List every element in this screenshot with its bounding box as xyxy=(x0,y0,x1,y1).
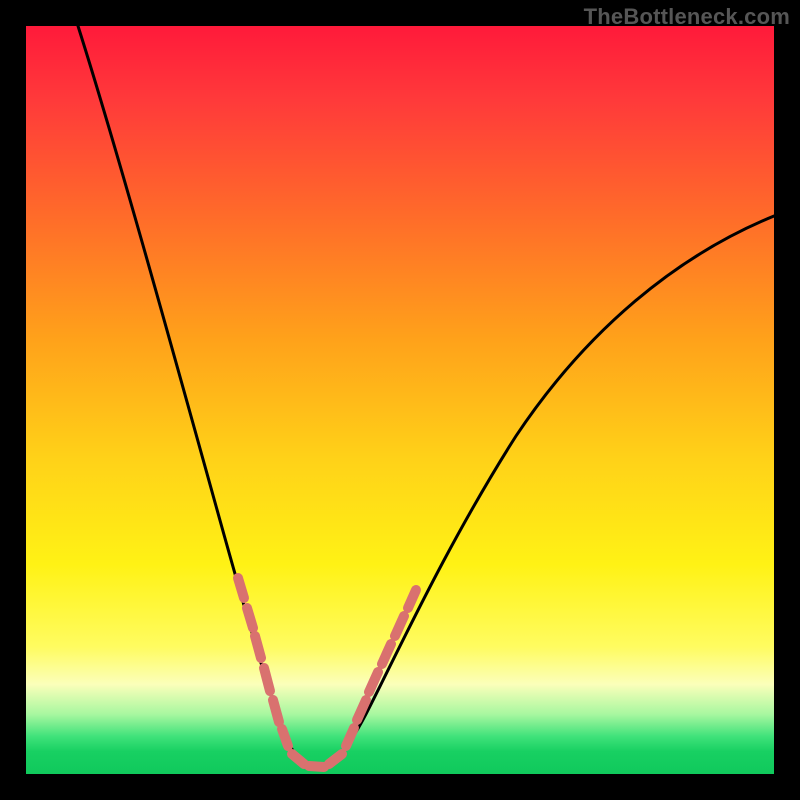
bottleneck-curve-svg xyxy=(26,26,774,774)
highlight-dashes-left xyxy=(238,578,288,746)
highlight-dashes-bottom xyxy=(292,754,342,767)
watermark-text: TheBottleneck.com xyxy=(584,4,790,30)
bottleneck-curve-main xyxy=(78,26,774,768)
highlight-dashes-right xyxy=(346,590,416,746)
chart-area xyxy=(26,26,774,774)
